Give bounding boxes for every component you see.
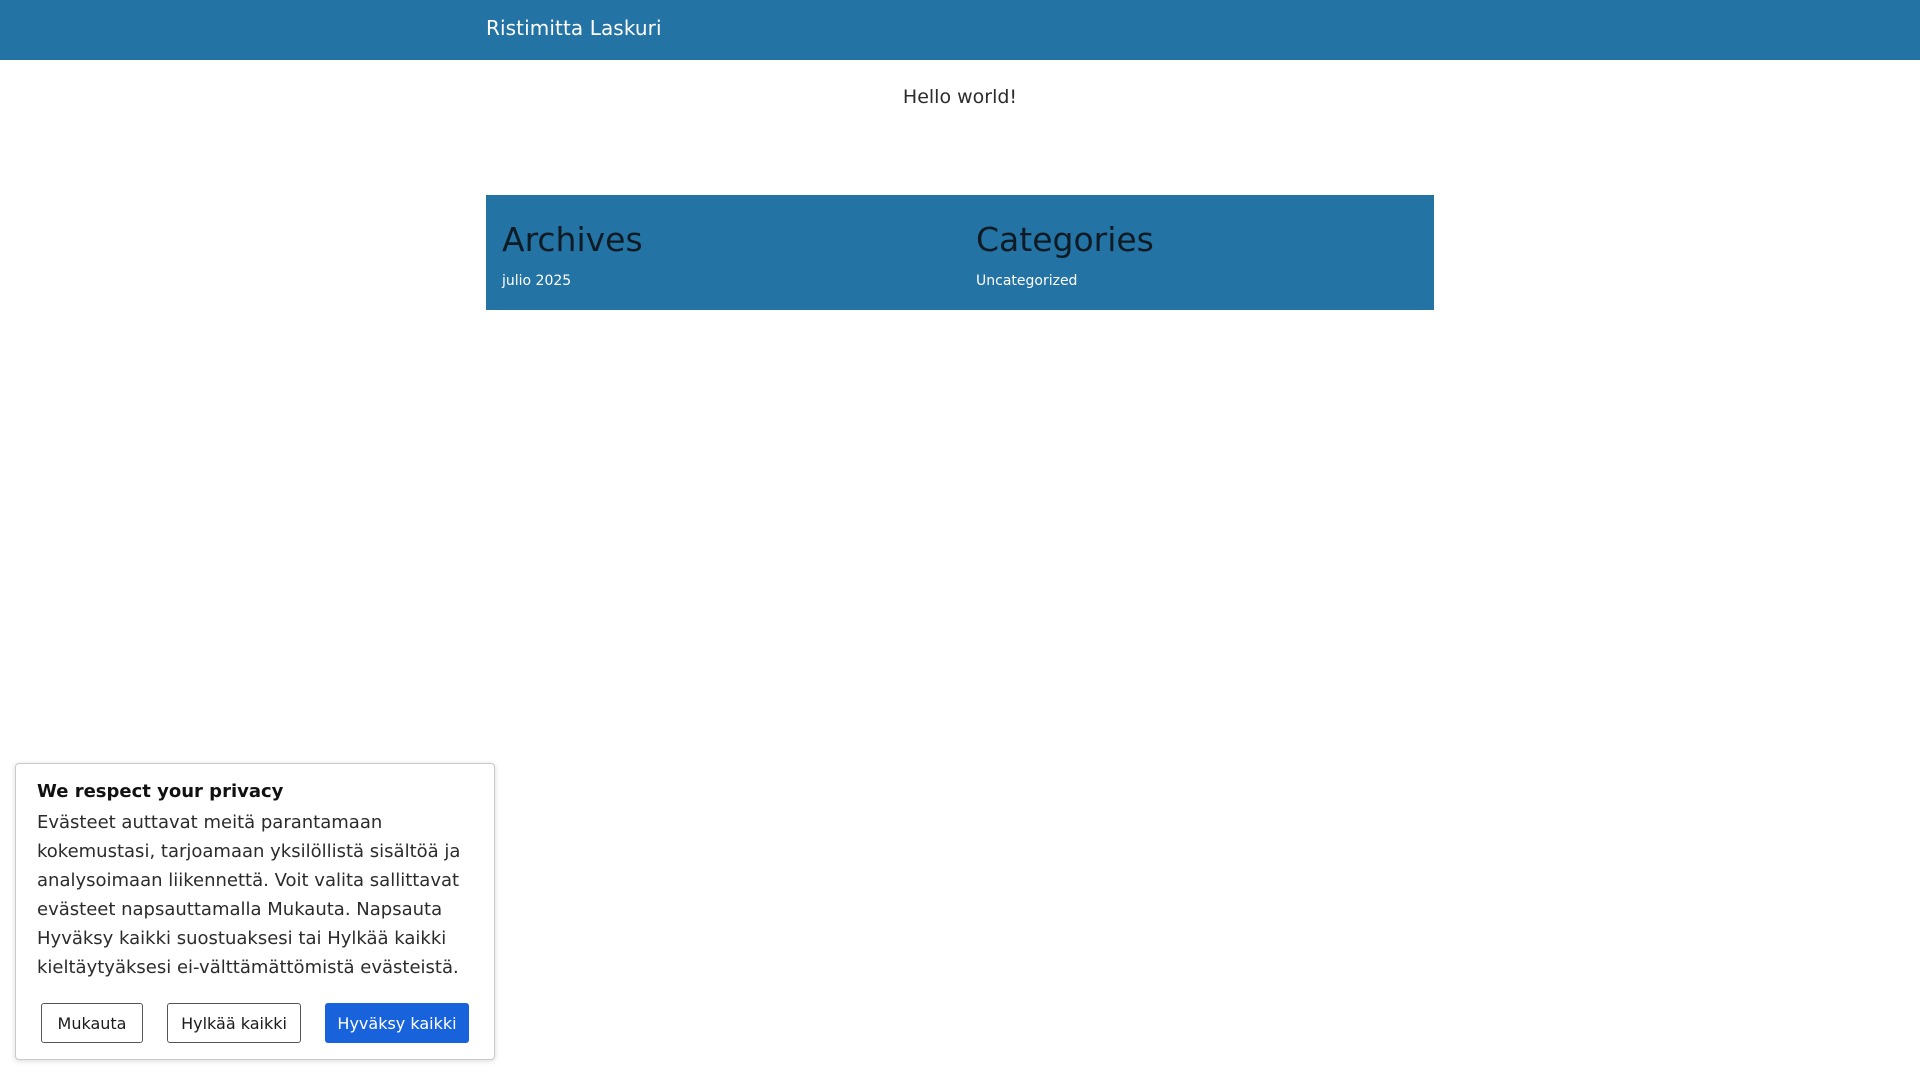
archives-widget-title: Archives	[502, 220, 643, 259]
widget-area: Archives julio 2025 Categories Uncategor…	[486, 195, 1434, 310]
customize-button[interactable]: Mukauta	[41, 1003, 143, 1043]
archives-widget: Archives julio 2025	[502, 195, 942, 310]
reject-all-button[interactable]: Hylkää kaikki	[167, 1003, 301, 1043]
category-link-uncategorized[interactable]: Uncategorized	[976, 273, 1077, 289]
post-title-link[interactable]: Hello world!	[0, 86, 1920, 108]
cookie-banner-title: We respect your privacy	[37, 781, 284, 802]
categories-widget-title: Categories	[976, 220, 1154, 259]
site-title-link[interactable]: Ristimitta Laskuri	[486, 16, 662, 40]
archive-link-julio-2025[interactable]: julio 2025	[502, 273, 571, 289]
cookie-banner-text: Evästeet auttavat meitä parantamaan koke…	[37, 812, 461, 978]
categories-widget: Categories Uncategorized	[976, 195, 1416, 310]
cookie-consent-banner: We respect your privacy Evästeet auttava…	[15, 763, 495, 1060]
accept-all-button[interactable]: Hyväksy kaikki	[325, 1003, 469, 1043]
site-header: Ristimitta Laskuri	[0, 0, 1920, 60]
